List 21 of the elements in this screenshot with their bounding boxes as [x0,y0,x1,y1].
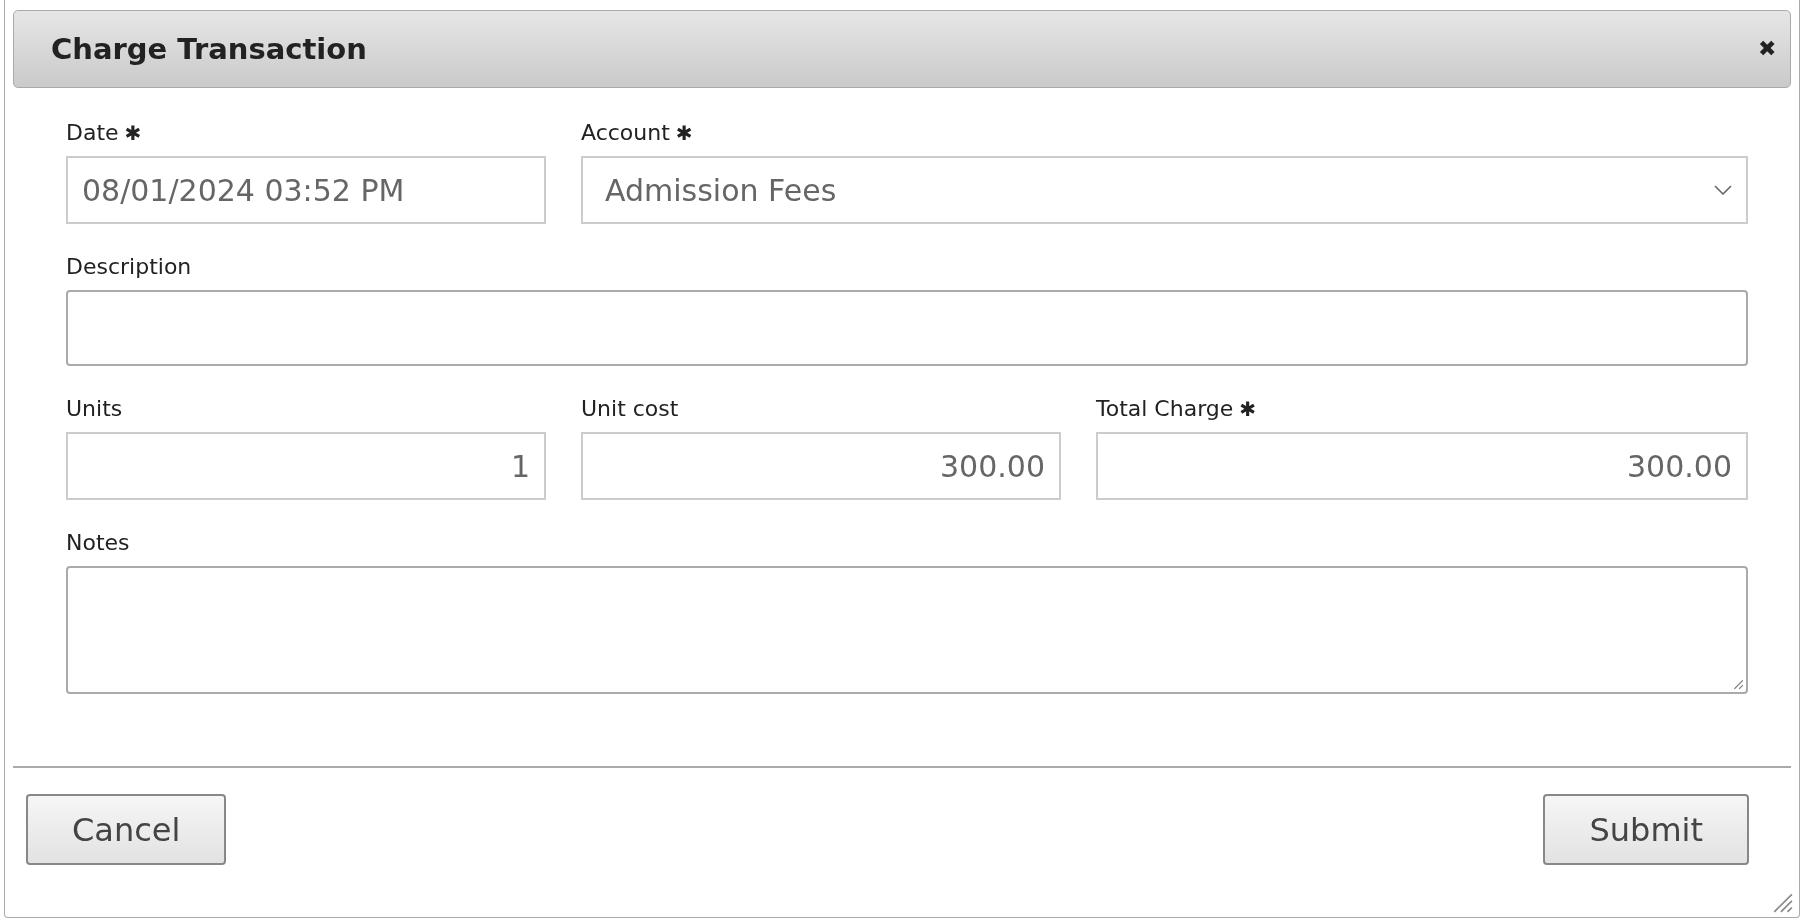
dropdown[interactable]: Admission Fees [581,156,1748,224]
field-label: Unit cost [581,396,679,421]
field-label: Notes [66,530,130,555]
submit-button[interactable]: Submit [1543,794,1749,865]
chevron-down-icon [1714,185,1732,195]
cancel-button[interactable]: Cancel [26,794,227,865]
input-field[interactable]: 300.00 [581,432,1061,500]
field-label: Total Charge ✱ [1096,396,1257,421]
resize-grip-icon[interactable] [1732,678,1744,690]
input-field[interactable]: 1 [66,432,546,500]
dialog-title: Charge Transaction [51,32,367,66]
input-field[interactable]: 300.00 [1096,432,1748,500]
field-label: Account ✱ [581,120,693,145]
field-label: Description [66,254,192,279]
field-label: Date ✱ [66,120,142,145]
input-field[interactable]: 08/01/2024 03:52 PM [66,156,546,224]
field-label: Units [66,396,123,421]
resize-grip-icon[interactable] [1771,891,1793,913]
close-button[interactable]: ✖ [1754,32,1780,66]
text-area[interactable] [66,566,1748,694]
input-field[interactable] [66,290,1748,366]
